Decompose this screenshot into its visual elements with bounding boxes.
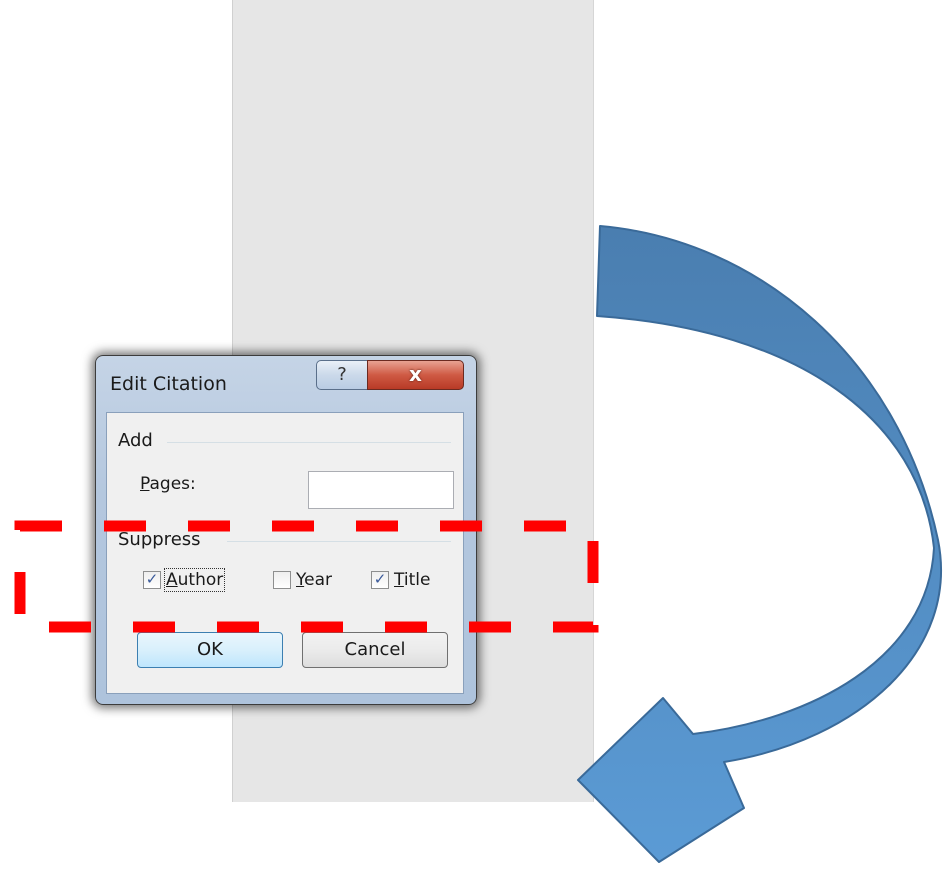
suppress-year-checkbox[interactable]: Year: [273, 567, 332, 593]
dialog-title: Edit Citation: [110, 373, 227, 395]
checkbox-checked-icon[interactable]: ✓: [143, 571, 161, 589]
add-group-divider: [167, 442, 451, 443]
year-label-text: ear: [304, 570, 333, 590]
suppress-author-checkbox[interactable]: ✓ Author: [143, 567, 226, 593]
ok-button[interactable]: OK: [137, 632, 283, 668]
close-button[interactable]: x: [367, 360, 464, 390]
suppress-group-label: Suppress: [118, 529, 207, 550]
title-label-text: itle: [403, 570, 431, 590]
author-label-text: uthor: [177, 570, 224, 590]
cancel-button[interactable]: Cancel: [302, 632, 448, 668]
checkbox-checked-icon[interactable]: ✓: [371, 571, 389, 589]
year-label: Year: [296, 570, 332, 590]
pages-label: Pages:: [140, 474, 196, 494]
pages-input[interactable]: [308, 471, 454, 509]
question-mark-icon: ?: [337, 364, 347, 385]
author-label: Author: [163, 568, 226, 592]
suppress-group-divider: [227, 541, 451, 542]
suppress-title-checkbox[interactable]: ✓ Title: [371, 567, 430, 593]
pages-label-text: ages:: [149, 474, 196, 494]
edit-citation-dialog: Edit Citation ? x Add Pages: Suppress ✓ …: [95, 355, 477, 705]
close-icon: x: [409, 362, 422, 386]
help-button[interactable]: ?: [316, 360, 368, 390]
author-accel: A: [166, 570, 178, 590]
title-label: Title: [394, 570, 430, 590]
pages-accel: P: [140, 474, 150, 494]
year-accel: Y: [296, 570, 305, 590]
title-accel: T: [394, 570, 404, 590]
dialog-body: Add Pages: Suppress ✓ Author Year ✓ Titl…: [106, 412, 464, 694]
add-group-label: Add: [118, 430, 159, 451]
checkbox-unchecked-icon[interactable]: [273, 571, 291, 589]
